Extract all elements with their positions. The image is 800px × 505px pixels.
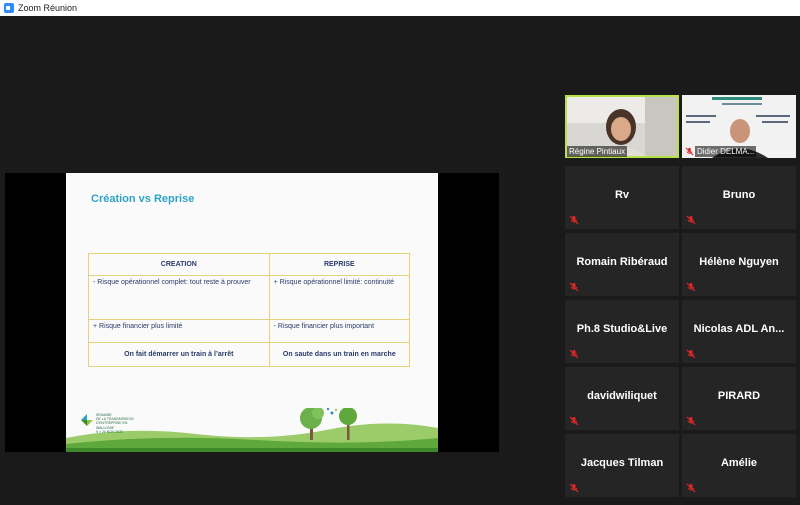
screen-share-area[interactable]: Création vs Reprise CREATION REPRISE - R… (5, 173, 499, 452)
event-logo-mark-icon (81, 414, 93, 426)
participant-tile[interactable]: Romain Ribéraud (565, 233, 679, 296)
participant-tile[interactable]: Jacques Tilman (565, 434, 679, 497)
participant-name: Didier DELMA... (695, 146, 757, 157)
table-row: - Risque opérationnel complet: tout rest… (88, 275, 411, 320)
participant-video-tile[interactable]: Régine Pintiaux (565, 95, 679, 158)
participant-name: Nicolas ADL An... (693, 323, 785, 335)
table-cell: - Risque opérationnel complet: tout rest… (88, 275, 270, 320)
event-logo-text: SEMAINE DE LA TRANSMISSION D'ENTREPRISE … (96, 413, 134, 434)
table-header: REPRISE (268, 253, 411, 276)
table-cell: On saute dans un train en marche (268, 342, 411, 367)
participant-tile[interactable]: Rv (565, 166, 679, 229)
participant-tile[interactable]: davidwiliquet (565, 367, 679, 430)
table-row: On fait démarrer un train à l’arrêt On s… (88, 342, 411, 367)
mic-muted-icon (686, 349, 696, 359)
event-logo: SEMAINE DE LA TRANSMISSION D'ENTREPRISE … (80, 411, 140, 439)
participant-tile[interactable]: Nicolas ADL An... (682, 300, 796, 363)
mic-muted-icon (685, 147, 694, 156)
table-header-row: CREATION REPRISE (88, 253, 411, 276)
table-row: + Risque financier plus limité - Risque … (88, 319, 411, 343)
participant-name: Jacques Tilman (580, 457, 664, 469)
participant-name: Hélène Nguyen (699, 256, 779, 268)
mic-muted-icon (569, 282, 579, 292)
table-header: CREATION (88, 253, 270, 276)
participant-name: Ph.8 Studio&Live (576, 323, 668, 335)
mic-muted-icon (686, 215, 696, 225)
participant-name: Bruno (722, 189, 756, 201)
participant-tile[interactable]: Amélie (682, 434, 796, 497)
mic-muted-icon (686, 416, 696, 426)
participant-tile[interactable]: Ph.8 Studio&Live (565, 300, 679, 363)
comparison-table: CREATION REPRISE - Risque opérationnel c… (88, 253, 411, 367)
mic-muted-icon (569, 483, 579, 493)
mic-muted-icon (686, 483, 696, 493)
participant-video-tile[interactable]: Didier DELMA... (682, 95, 796, 158)
table-cell: + Risque opérationnel limité: continuité (268, 275, 411, 320)
mic-muted-icon (569, 416, 579, 426)
table-cell: - Risque financier plus important (268, 319, 411, 343)
participant-tile[interactable]: PIRARD (682, 367, 796, 430)
table-cell: + Risque financier plus limité (88, 319, 270, 343)
window-titlebar: Zoom Réunion (0, 0, 800, 16)
participant-name: Régine Pintiaux (567, 146, 628, 157)
zoom-logo-icon (4, 3, 14, 13)
window-title: Zoom Réunion (18, 3, 78, 13)
participant-tile[interactable]: Bruno (682, 166, 796, 229)
slide-title: Création vs Reprise (91, 193, 195, 205)
mic-muted-icon (569, 349, 579, 359)
meeting-stage: Création vs Reprise CREATION REPRISE - R… (0, 16, 800, 505)
participant-tile[interactable]: Hélène Nguyen (682, 233, 796, 296)
participant-name: Romain Ribéraud (576, 256, 668, 268)
participant-name: davidwiliquet (587, 390, 657, 402)
mic-muted-icon (569, 215, 579, 225)
mic-muted-icon (686, 282, 696, 292)
participant-name: PIRARD (717, 390, 761, 402)
presentation-slide: Création vs Reprise CREATION REPRISE - R… (66, 173, 438, 452)
table-cell: On fait démarrer un train à l’arrêt (88, 342, 270, 367)
participant-name: Amélie (720, 457, 758, 469)
participant-name: Rv (614, 189, 630, 201)
